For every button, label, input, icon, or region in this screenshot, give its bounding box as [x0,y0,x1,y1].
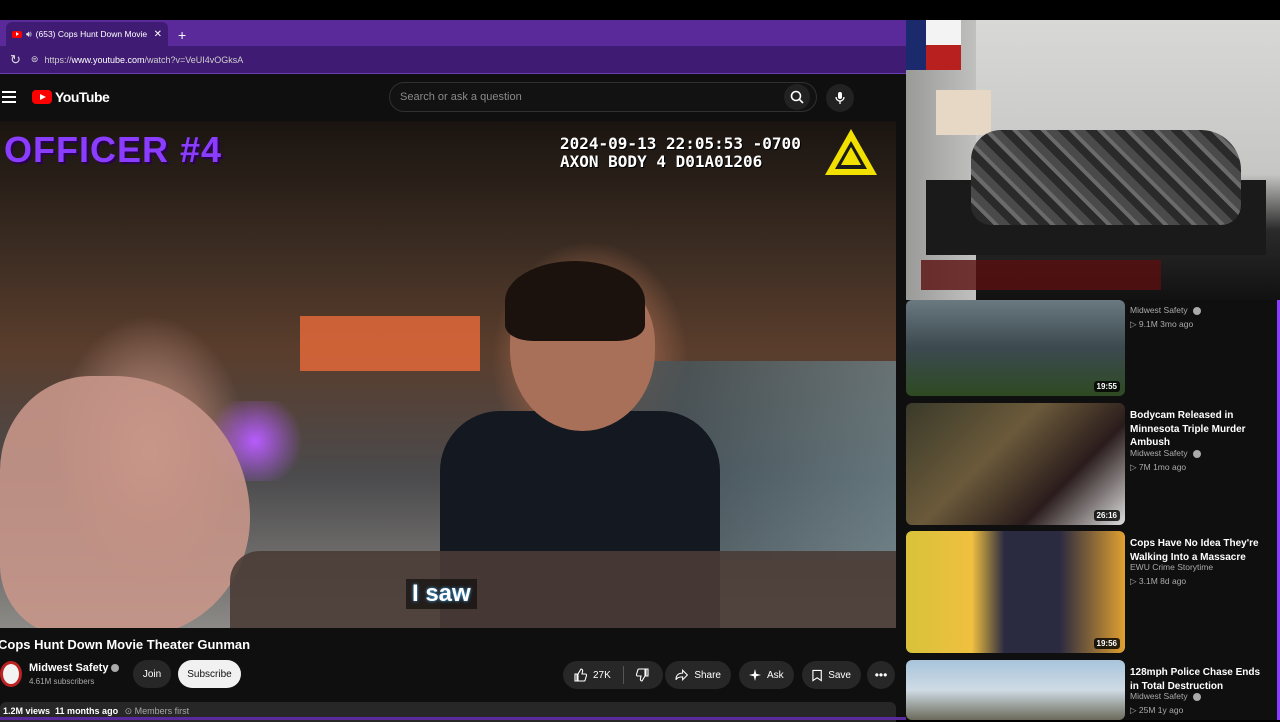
url-prefix: https:// [44,54,72,65]
thumbs-down-icon[interactable] [635,668,650,682]
verified-icon [1193,449,1202,458]
webcam-overlay [906,20,1280,300]
video-scene-person-hair [505,261,645,341]
channel-name[interactable]: Midwest Safety [29,662,120,674]
webcam-floor-light [921,260,1161,290]
site-info-icon[interactable]: ⊜ [31,54,39,65]
more-actions-icon[interactable]: ••• [867,661,895,689]
recommendation-channel[interactable]: EWU Crime Storytime [1130,562,1213,572]
share-icon [675,669,689,681]
recommendation-thumbnail[interactable] [906,660,1125,720]
channel-avatar[interactable] [0,661,22,687]
tab-bar: 🔊︎ (653) Cops Hunt Down Movie ✕ + [0,20,906,46]
search-button[interactable] [784,84,810,110]
recommendation-meta: ▷ 25M 1y ago [1130,705,1184,715]
voice-search-button[interactable] [826,84,854,112]
microphone-icon [835,92,845,104]
bodycam-timestamp-line1: 2024-09-13 22:05:53 -0700 [560,134,801,153]
video-scene-foreground [230,551,896,628]
recommendation-thumbnail[interactable]: 19:56 [906,531,1125,653]
bodycam-timestamp: 2024-09-13 22:05:53 -0700 AXON BODY 4 D0… [560,135,801,171]
recommendation-channel[interactable]: Midwest Safety [1130,305,1202,315]
recommendation-thumbnail[interactable]: 19:55 [906,300,1125,396]
search-icon [790,90,804,104]
youtube-header: YouTube Search or ask a question [0,74,906,120]
tab-title: (653) Cops Hunt Down Movie [35,29,148,39]
close-tab-icon[interactable]: ✕ [154,29,162,40]
bodycam-timestamp-line2: AXON BODY 4 D01A01206 [560,152,763,171]
video-duration: 26:16 [1093,510,1120,521]
recommendation-meta: ▷ 3.1M 8d ago [1130,576,1187,586]
recommendation-channel[interactable]: Midwest Safety [1130,448,1202,458]
recommendation-meta: ▷ 9.1M 3mo ago [1130,319,1194,329]
recommendation-title[interactable]: Cops Have No Idea They're Walking Into a… [1130,537,1270,564]
recommendation-title[interactable]: 128mph Police Chase Ends in Total Destru… [1130,666,1270,693]
reload-icon[interactable]: ↻ [10,52,21,68]
url-path: /watch?v=VeUI4vOGksA [144,54,244,65]
url-host: www.youtube.com [71,54,145,65]
webcam-flag [906,20,961,70]
bookmark-icon [812,669,822,682]
youtube-logo-text: YouTube [55,89,110,105]
address-bar: ↻ ⊜ https://www.youtube.com/watch?v=VeUI… [0,46,906,74]
verified-icon [111,664,120,673]
like-dislike-group: 27K [563,661,663,689]
channel-row: Midwest Safety 4.61M subscribers Join Su… [0,660,896,690]
view-count: 1.2M views [3,706,51,716]
recommendation-meta: ▷ 7M 1mo ago [1130,462,1187,472]
video-duration: 19:55 [1093,381,1120,392]
subscriber-count: 4.61M subscribers [29,677,95,686]
upload-age: 11 months ago [55,706,119,716]
search-input[interactable]: Search or ask a question [390,91,784,103]
officer-overlay-text: OFFICER #4 [4,129,223,170]
tab-youtube[interactable]: 🔊︎ (653) Cops Hunt Down Movie ✕ [6,22,168,46]
thumbs-up-icon[interactable] [573,668,587,682]
video-duration: 19:56 [1093,638,1120,649]
recommendation-thumbnail[interactable]: 26:16 [906,403,1125,525]
like-count[interactable]: 27K [593,670,611,681]
recommendation-channel[interactable]: Midwest Safety [1130,691,1202,701]
subtitle-caption: I saw [406,579,477,609]
join-button[interactable]: Join [133,660,171,688]
verified-icon [1193,692,1202,701]
webcam-blanket [971,130,1241,225]
recommendation-title[interactable]: Bodycam Released in Minnesota Triple Mur… [1130,409,1270,450]
youtube-play-icon [32,90,52,104]
video-player[interactable]: OFFICER #4 2024-09-13 22:05:53 -0700 AXO… [0,121,896,628]
new-tab-button[interactable]: + [178,27,186,43]
youtube-logo[interactable]: YouTube [32,89,110,105]
speaker-icon[interactable]: 🔊︎ [26,29,32,40]
youtube-favicon-icon [12,30,22,38]
members-first-badge: ⊙ Members first [124,706,190,716]
like-divider [622,666,624,684]
search-box[interactable]: Search or ask a question [389,82,817,112]
share-button[interactable]: Share [665,661,731,689]
axon-logo-icon [825,129,877,175]
recommendations-list: 19:55 Midwest Safety ▷ 9.1M 3mo ago 26:1… [906,300,1280,720]
webcam-shelf [936,90,991,135]
video-title: Cops Hunt Down Movie Theater Gunman [0,637,251,652]
url-field[interactable]: ⊜ https://www.youtube.com/watch?v=VeUI4v… [31,50,896,70]
verified-icon [1193,306,1202,315]
subscribe-button[interactable]: Subscribe [178,660,241,688]
video-scene-building [300,316,480,371]
menu-icon[interactable] [2,91,16,103]
save-button[interactable]: Save [802,661,861,689]
ask-button[interactable]: Ask [739,661,794,689]
top-black-strip [0,0,1280,20]
sparkle-icon [749,669,761,681]
